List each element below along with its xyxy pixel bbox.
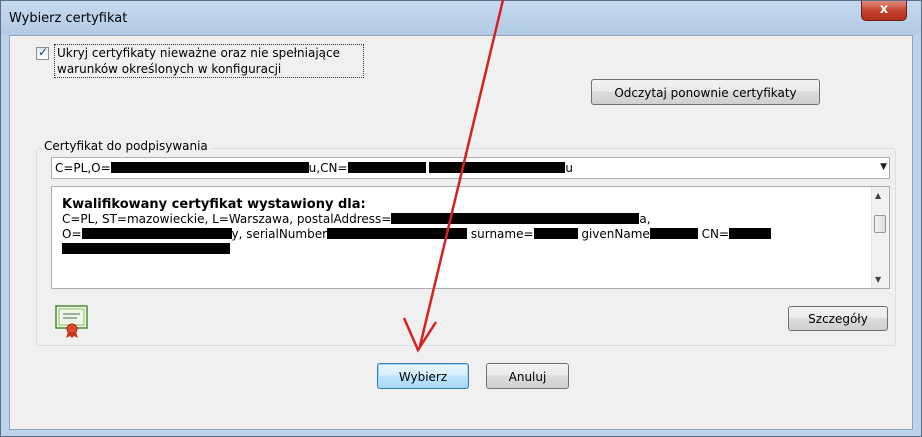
title-bar[interactable]: Wybierz certyfikat x — [1, 1, 921, 35]
certificate-icon — [55, 305, 88, 338]
certificate-group-label: Certyfikat do podpisywania — [42, 139, 210, 153]
scrollbar-thumb[interactable] — [874, 215, 886, 233]
certificate-info-box[interactable]: Kwalifikowany certyfikat wystawiony dla:… — [51, 186, 890, 289]
info-scrollbar[interactable]: ▲ ▼ — [871, 187, 889, 288]
redacted-block — [533, 228, 578, 239]
refresh-certificates-button[interactable]: Odczytaj ponownie certyfikaty — [591, 79, 820, 105]
certificate-info-line: O= y, serialNumber surname= givenName CN= — [62, 227, 862, 242]
close-button[interactable]: x — [861, 1, 907, 21]
certificate-select[interactable]: C=PL,O= u,CN= u ▼ — [51, 157, 890, 179]
redacted-block — [81, 228, 232, 239]
redacted-block — [327, 228, 468, 239]
scroll-up-icon[interactable]: ▲ — [875, 191, 881, 200]
certificate-info-heading: Kwalifikowany certyfikat wystawiony dla: — [62, 197, 366, 212]
certificate-info-text: Kwalifikowany certyfikat wystawiony dla:… — [62, 197, 862, 257]
redacted-block — [110, 162, 309, 173]
details-button[interactable]: Szczegóły — [788, 306, 888, 331]
redacted-block — [347, 162, 426, 173]
window-title: Wybierz certyfikat — [9, 11, 128, 26]
certificate-select-value: C=PL,O= u,CN= u — [55, 161, 573, 175]
checkmark-icon: ✓ — [38, 45, 49, 59]
redacted-block — [649, 228, 698, 239]
hide-invalid-label-line1: Ukryj certyfikaty nieważne oraz nie speł… — [57, 46, 341, 60]
certificate-info-line: C=PL, ST=mazowieckie, L=Warszawa, postal… — [62, 212, 651, 226]
close-icon: x — [879, 2, 889, 17]
hide-invalid-label-line2: warunków określonych w konfiguracji — [57, 62, 282, 76]
redacted-block — [429, 162, 566, 173]
hide-invalid-label[interactable]: Ukryj certyfikaty nieważne oraz nie speł… — [54, 44, 364, 78]
cancel-button[interactable]: Anuluj — [486, 363, 569, 389]
redacted-block — [62, 243, 230, 254]
hide-invalid-checkbox[interactable]: ✓ — [36, 45, 49, 60]
scroll-down-icon[interactable]: ▼ — [875, 275, 881, 284]
certificate-info-line — [62, 242, 862, 257]
redacted-block — [729, 228, 772, 239]
chevron-down-icon[interactable]: ▼ — [880, 162, 887, 172]
redacted-block — [391, 213, 640, 224]
choose-button[interactable]: Wybierz — [377, 363, 469, 389]
